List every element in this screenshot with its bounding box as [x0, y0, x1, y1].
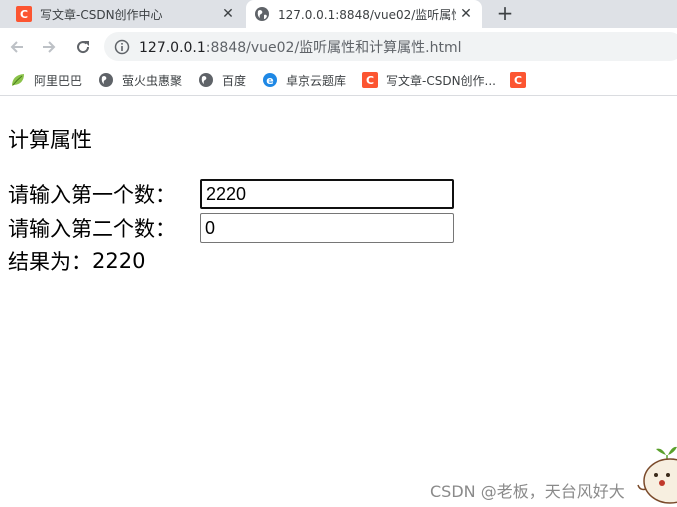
bookmark-firefly[interactable]: 萤火虫惠聚	[98, 70, 182, 90]
url-path: :8848/vue02/监听属性和计算属性.html	[205, 39, 462, 56]
close-tab-icon[interactable]: ✕	[218, 4, 238, 24]
url-text: 127.0.0.1:8848/vue02/监听属性和计算属性.html	[139, 37, 462, 57]
globe-icon	[98, 72, 114, 88]
info-icon[interactable]	[114, 39, 130, 55]
bookmark-label: 写文章-CSDN创作...	[386, 73, 496, 88]
page-heading: 计算属性	[8, 128, 92, 152]
tab-strip: C 写文章-CSDN创作中心 ✕ 127.0.0.1:8848/vue02/监听…	[0, 0, 677, 28]
reload-icon	[77, 41, 90, 54]
second-number-row: 请输入第二个数：	[8, 213, 454, 243]
bookmark-label: 百度	[222, 73, 247, 88]
ie-icon: e	[262, 72, 278, 88]
tab-current-page[interactable]: 127.0.0.1:8848/vue02/监听属性 ✕	[246, 0, 482, 28]
tab-title: 127.0.0.1:8848/vue02/监听属性	[278, 7, 456, 22]
tab-csdn-editor[interactable]: C 写文章-CSDN创作中心 ✕	[8, 0, 244, 28]
back-button[interactable]	[6, 36, 28, 58]
first-number-label: 请输入第一个数：	[8, 183, 176, 207]
globe-icon	[255, 7, 269, 21]
csdn-icon: C	[510, 72, 526, 88]
tab-title: 写文章-CSDN创作中心	[40, 7, 163, 22]
first-number-input[interactable]	[200, 179, 454, 209]
second-number-input[interactable]	[200, 213, 454, 243]
url-host: 127.0.0.1	[139, 39, 206, 56]
reload-button[interactable]	[72, 36, 94, 58]
new-tab-button[interactable]: +	[492, 0, 518, 26]
result-value: 2220	[92, 249, 146, 273]
result-label: 结果为：	[8, 250, 92, 274]
arrow-left-icon	[10, 41, 23, 53]
bookmark-csdn-editor[interactable]: C 写文章-CSDN创作...	[362, 70, 496, 90]
second-number-label: 请输入第二个数：	[8, 217, 176, 241]
page-content: 计算属性 请输入第一个数： 请输入第二个数： 结果为： 2220 CSDN @老…	[0, 97, 677, 507]
bookmarks-bar: 阿里巴巴 萤火虫惠聚 百度 e 卓京云题库 C 写文章-CSDN创作... C	[0, 65, 677, 96]
csdn-icon: C	[16, 6, 32, 22]
browser-toolbar: 127.0.0.1:8848/vue02/监听属性和计算属性.html	[0, 28, 677, 65]
bookmark-zhuojing[interactable]: e 卓京云题库	[262, 70, 346, 90]
address-bar[interactable]: 127.0.0.1:8848/vue02/监听属性和计算属性.html	[104, 32, 677, 61]
first-number-row: 请输入第一个数：	[8, 179, 454, 209]
csdn-watermark: CSDN @老板，天台风好大	[430, 482, 625, 501]
mascot-decoration-icon	[637, 446, 677, 504]
close-tab-icon[interactable]: ✕	[456, 4, 476, 24]
bookmark-label: 萤火虫惠聚	[122, 73, 183, 88]
bookmark-baidu[interactable]: 百度	[198, 70, 246, 90]
leaf-icon	[10, 72, 26, 88]
bookmark-alibaba[interactable]: 阿里巴巴	[10, 70, 82, 90]
csdn-icon: C	[362, 72, 378, 88]
bookmark-label: 卓京云题库	[286, 73, 347, 88]
bookmark-csdn[interactable]: C	[510, 70, 534, 90]
arrow-right-icon	[43, 41, 56, 53]
forward-button[interactable]	[38, 36, 60, 58]
globe-icon	[198, 72, 214, 88]
svg-text:e: e	[266, 74, 273, 87]
result-row: 结果为： 2220	[8, 246, 145, 276]
bookmark-label: 阿里巴巴	[34, 73, 83, 88]
